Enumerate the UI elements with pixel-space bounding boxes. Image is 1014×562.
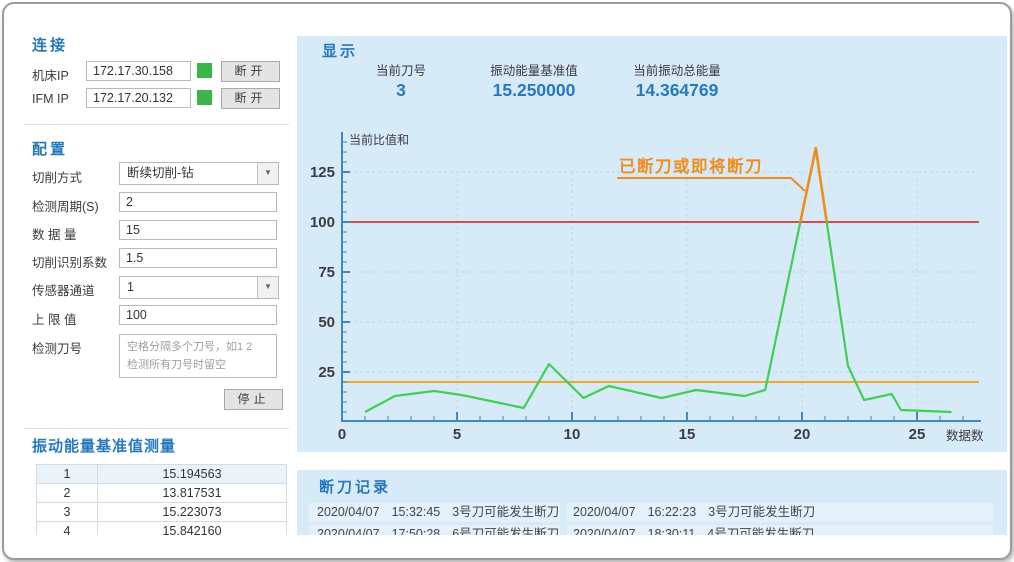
detect-period-label: 检测周期(S): [32, 196, 99, 215]
svg-text:已断刀或即将断刀: 已断刀或即将断刀: [619, 156, 763, 176]
record-time: 18:30:11: [648, 527, 696, 535]
table-row: 4 15.842160: [36, 522, 287, 535]
record-message: 3号刀可能发生断刀: [452, 505, 559, 519]
row-index: 4: [37, 522, 98, 535]
baseline-table: 1 15.194563 2 13.817531 3 15.223073 4 15…: [36, 464, 287, 535]
record-entry: 2020/04/07 16:22:23 3号刀可能发生断刀: [567, 503, 993, 522]
row-value: 15.223073: [98, 503, 286, 521]
machine-connection-status-indicator: [197, 63, 212, 78]
ifm-ip-input[interactable]: [86, 88, 191, 108]
coefficient-input[interactable]: [119, 248, 277, 268]
record-date: 2020/04/07: [317, 527, 380, 535]
record-date: 2020/04/07: [573, 527, 636, 535]
sensor-channel-select[interactable]: 1 ▼: [119, 276, 279, 299]
records-section-title: 断刀记录: [319, 476, 391, 497]
svg-text:数据数: 数据数: [946, 428, 984, 443]
baseline-table-title: 振动能量基准值测量: [32, 435, 176, 456]
ifm-disconnect-button[interactable]: 断开: [221, 88, 280, 109]
section-divider: [24, 124, 289, 125]
sensor-channel-value: 1: [127, 277, 134, 297]
cut-mode-select[interactable]: 断续切削-钻 ▼: [119, 162, 279, 185]
detect-period-input[interactable]: [119, 192, 277, 212]
breakage-chart: 25 50 75 100 125 0 5 10 15 20 25 当前比值和数据数 已断刀或即将断刀: [297, 36, 1007, 452]
ifm-ip-label: IFM IP: [32, 92, 69, 106]
record-date: 2020/04/07: [317, 505, 380, 519]
table-row: 1 15.194563: [36, 464, 287, 484]
svg-text:0: 0: [338, 426, 346, 443]
stop-button[interactable]: 停止: [224, 389, 283, 410]
record-entry: 2020/04/07 18:30:11 4号刀可能发生断刀: [567, 525, 993, 535]
coefficient-label: 切削识别系数: [32, 252, 107, 271]
records-panel: 断刀记录 2020/04/07 15:32:45 3号刀可能发生断刀 2020/04…: [297, 470, 1007, 535]
data-count-input[interactable]: [119, 220, 277, 240]
machine-ip-input[interactable]: [86, 61, 191, 81]
display-panel: 显示 当前刀号 3 振动能量基准值 15.250000 当前振动总能量 14.3…: [297, 36, 1007, 452]
svg-text:25: 25: [909, 426, 926, 443]
config-section-title: 配置: [32, 138, 68, 159]
svg-text:100: 100: [310, 214, 335, 231]
sensor-channel-label: 传感器通道: [32, 280, 95, 299]
svg-text:15: 15: [679, 426, 696, 443]
svg-text:25: 25: [318, 364, 335, 381]
record-date: 2020/04/07: [573, 505, 636, 519]
record-message: 3号刀可能发生断刀: [708, 505, 815, 519]
upper-limit-input[interactable]: [119, 305, 277, 325]
tool-numbers-input[interactable]: 空格分隔多个刀号，如1 2 检测所有刀号时留空: [119, 334, 277, 378]
tool-numbers-placeholder-line1: 空格分隔多个刀号，如1 2: [127, 341, 252, 353]
row-value: 13.817531: [98, 484, 286, 502]
record-entry: 2020/04/07 15:32:45 3号刀可能发生断刀: [309, 503, 560, 522]
chevron-down-icon[interactable]: ▼: [257, 277, 278, 298]
chevron-down-icon[interactable]: ▼: [257, 163, 278, 184]
row-index: 2: [37, 484, 98, 502]
machine-ip-label: 机床IP: [32, 65, 69, 84]
table-row: 2 13.817531: [36, 484, 287, 503]
table-row: 3 15.223073: [36, 503, 287, 522]
svg-text:5: 5: [453, 426, 461, 443]
connection-section-title: 连接: [32, 34, 68, 55]
row-index: 1: [37, 465, 98, 483]
record-time: 16:22:23: [648, 505, 697, 519]
upper-limit-label: 上 限 值: [32, 309, 76, 328]
svg-text:125: 125: [310, 164, 335, 181]
machine-disconnect-button[interactable]: 断开: [221, 61, 280, 82]
svg-text:10: 10: [564, 426, 581, 443]
record-time: 17:50:28: [392, 527, 441, 535]
data-count-label: 数 据 量: [32, 224, 76, 243]
record-time: 15:32:45: [392, 505, 441, 519]
record-entry: 2020/04/07 17:50:28 6号刀可能发生断刀: [309, 525, 560, 535]
record-message: 4号刀可能发生断刀: [707, 527, 814, 535]
svg-text:75: 75: [318, 264, 335, 281]
cut-mode-value: 断续切削-钻: [127, 163, 194, 183]
tool-numbers-placeholder-line2: 检测所有刀号时留空: [127, 359, 226, 371]
row-index: 3: [37, 503, 98, 521]
cut-mode-label: 切削方式: [32, 167, 82, 186]
ifm-connection-status-indicator: [197, 90, 212, 105]
row-value: 15.194563: [98, 465, 286, 483]
row-value: 15.842160: [98, 522, 286, 535]
svg-text:20: 20: [794, 426, 811, 443]
record-message: 6号刀可能发生断刀: [452, 527, 559, 535]
svg-text:当前比值和: 当前比值和: [349, 132, 409, 147]
svg-text:50: 50: [318, 314, 335, 331]
screen: 连接 机床IP 断开 IFM IP 断开 配置 切削方式 断续切削-钻 ▼ 检测…: [0, 0, 1014, 562]
app-window: 连接 机床IP 断开 IFM IP 断开 配置 切削方式 断续切削-钻 ▼ 检测…: [2, 2, 1012, 560]
section-divider: [24, 428, 289, 429]
tool-numbers-label: 检测刀号: [32, 338, 82, 357]
